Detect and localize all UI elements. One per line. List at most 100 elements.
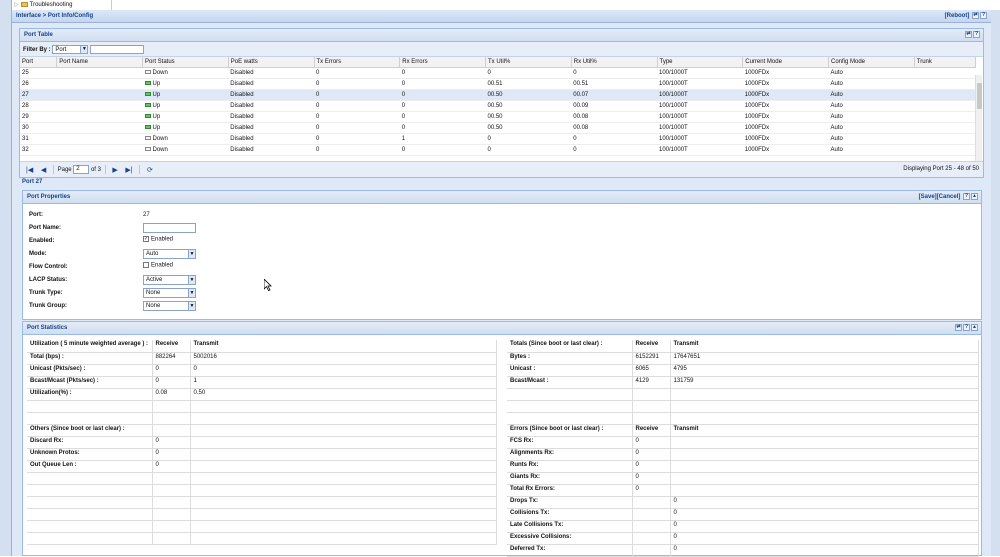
column-header[interactable]: Current Mode (742, 57, 829, 68)
table-cell-cur: 1000FDx (742, 133, 829, 145)
table-cell-rxerr: 0 (399, 89, 486, 101)
table-row (27, 532, 497, 545)
receive-head: Receive (632, 340, 671, 353)
stat-label: Out Queue Len : (27, 460, 153, 473)
column-header[interactable]: Port (20, 57, 58, 68)
table-cell-rxerr: 0 (399, 144, 486, 156)
table-row: Bytes :6152291 17647651 (507, 352, 979, 365)
filter-input[interactable] (90, 45, 145, 54)
next-page-icon[interactable]: ▶ (112, 166, 117, 174)
tree-item-troubleshooting[interactable]: Troubleshooting (30, 2, 73, 8)
lacp-select[interactable]: Active ▼ (143, 275, 196, 285)
table-row (27, 400, 497, 413)
last-page-icon[interactable]: ▶| (125, 166, 132, 174)
refresh-icon[interactable]: ⇄ (955, 324, 962, 331)
page-label: Page (57, 167, 72, 174)
mode-select[interactable]: Auto ▼ (143, 249, 196, 259)
chevron-down-icon: ▼ (188, 250, 195, 258)
column-header[interactable]: PoE watts (228, 57, 315, 68)
collapse-icon[interactable]: ▲ (971, 193, 978, 200)
expand-icon[interactable]: ▷ (14, 2, 19, 8)
prev-page-icon[interactable]: ◀ (41, 166, 46, 174)
table-cell-name (56, 111, 143, 123)
table-row: Unknown Protos: 0 (27, 448, 497, 461)
trunk-group-select[interactable]: None ▼ (143, 301, 196, 311)
table-row: Alignments Rx: 0 (507, 448, 979, 461)
column-header[interactable]: Tx Errors (314, 57, 401, 68)
table-cell-name (56, 133, 143, 145)
enabled-checkbox[interactable]: ✓ (143, 236, 149, 242)
help-icon[interactable]: ? (963, 193, 970, 200)
stat-label: Late Collisions Tx: (507, 520, 633, 533)
flow-control-label: Flow Control: (29, 264, 68, 270)
table-cell-txutil: 00.51 (485, 78, 572, 90)
stat-value: 0 (152, 448, 191, 461)
stat-value: 4795 (670, 364, 979, 377)
table-row[interactable]: 25 Down Disabled 0 0 0 0 100/1000T 1000FDx Auto (20, 67, 976, 79)
stat-value: 0 (632, 484, 671, 497)
table-row[interactable]: 27 Up Disabled 0 0 00.50 00.07 100/1000T 1000FDx… (20, 89, 976, 101)
column-header[interactable]: Tx Util% (485, 57, 572, 68)
column-header[interactable]: Config Mode (828, 57, 915, 68)
table-row: Totals (Since boot or last clear) : Recei… (507, 340, 979, 353)
page-input[interactable]: 2 (73, 165, 90, 174)
help-icon[interactable]: ? (980, 12, 987, 19)
refresh-icon[interactable]: ⟳ (147, 166, 153, 174)
table-row[interactable]: 31 Down Disabled 0 1 0 0 100/1000T 1000FDx Auto (20, 133, 976, 145)
first-page-icon[interactable]: |◀ (26, 166, 33, 174)
table-row: Total (bps) :882264 5002016 (27, 352, 497, 365)
errors-head: Errors (Since boot or last clear) : (507, 424, 633, 437)
table-row[interactable]: 32 Down Disabled 0 0 0 0 100/1000T 1000FDx Auto (20, 144, 976, 156)
table-cell-rxerr: 0 (399, 100, 486, 112)
table-row: Runts Rx: 0 (507, 460, 979, 473)
help-icon[interactable]: ? (973, 31, 980, 38)
chevron-down-icon: ▼ (188, 302, 195, 310)
table-row[interactable]: 28 Up Disabled 0 0 00.50 00.09 100/1000T 1000FDx… (20, 100, 976, 112)
table-row: Collisions Tx: 0 (507, 508, 979, 521)
refresh-icon[interactable]: ⇄ (965, 31, 972, 38)
table-cell-trunk (914, 67, 976, 79)
flow-control-checkbox[interactable] (143, 262, 149, 268)
status-text: Down (152, 135, 168, 142)
stat-label: Total (bps) : (27, 352, 153, 365)
table-cell-poe: Disabled (228, 144, 314, 156)
column-header[interactable]: Type (657, 57, 744, 68)
status-down-icon (144, 69, 151, 74)
save-button[interactable]: [Save] (919, 194, 937, 200)
column-header[interactable]: Port Name (56, 57, 143, 68)
cancel-button[interactable]: [Cancel] (937, 194, 961, 200)
port-label: Port: (29, 212, 43, 218)
column-header[interactable]: Trunk (914, 57, 977, 68)
port-name-input[interactable] (143, 223, 196, 233)
table-row[interactable]: 29 Up Disabled 0 0 00.50 00.08 100/1000T 1000FDx… (20, 111, 976, 123)
reboot-button[interactable]: [Reboot] (945, 13, 970, 19)
status-text: Up (152, 113, 161, 120)
table-row[interactable]: 30 Up Disabled 0 0 00.50 00.08 100/1000T 1000FDx… (20, 122, 976, 134)
table-row: Utilization ( 5 minute weighted average … (27, 340, 497, 353)
table-row[interactable]: 26 Up Disabled 0 0 00.51 00.51 100/1000T 1000FDx… (20, 78, 976, 90)
collapse-icon[interactable]: ▲ (971, 324, 978, 331)
table-row: Deferred Tx: 0 (507, 544, 979, 557)
column-header[interactable]: Port Status (142, 57, 229, 68)
totals-table: Totals (Since boot or last clear) : Recei… (507, 340, 979, 557)
stat-label: FCS Rx: (507, 436, 633, 449)
refresh-icon[interactable]: ⇄ (972, 12, 979, 19)
table-cell-poe: Disabled (228, 78, 314, 90)
receive-head: Receive (632, 424, 671, 437)
table-cell-port: 27 (20, 89, 57, 101)
help-icon[interactable]: ? (963, 324, 970, 331)
trunk-type-value: None (146, 290, 161, 296)
table-scrollbar[interactable] (975, 75, 982, 167)
column-header[interactable]: Rx Errors (399, 57, 486, 68)
column-header[interactable]: Rx Util% (571, 57, 658, 68)
port-table-title: Port Table (24, 32, 53, 38)
table-cell-rxutil: 00.08 (571, 122, 657, 134)
table-cell-name (56, 144, 143, 156)
filter-select[interactable]: Port ▼ (52, 45, 89, 54)
scroll-thumb[interactable] (977, 83, 982, 109)
trunk-type-select[interactable]: None ▼ (143, 288, 196, 298)
table-cell-type: 100/1000T (657, 122, 743, 134)
enabled-checkbox-group: ✓ Enabled (143, 236, 173, 243)
table-cell-trunk (914, 122, 976, 134)
table-cell-txutil: 00.50 (485, 122, 572, 134)
